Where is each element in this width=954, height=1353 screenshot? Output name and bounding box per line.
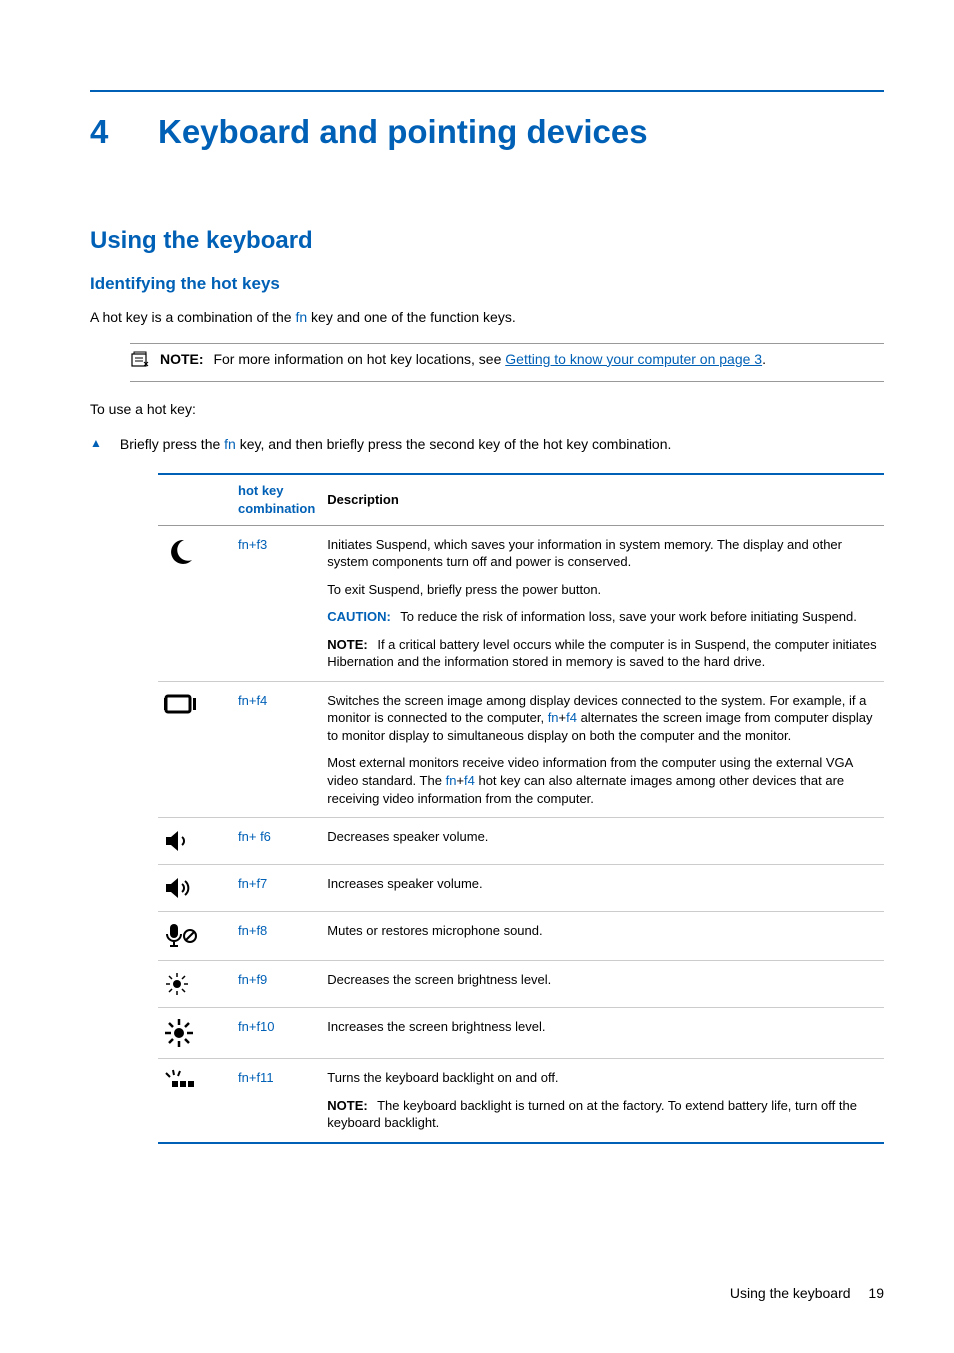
hotkey-description: Initiates Suspend, which saves your info…	[321, 525, 884, 681]
table-header-row: hot key combination Description	[158, 474, 884, 525]
header-combo: hot key combination	[232, 474, 321, 525]
hotkey-description: Turns the keyboard backlight on and off.…	[321, 1059, 884, 1143]
intro-paragraph: A hot key is a combination of the fn key…	[90, 308, 884, 327]
hotkey-description: Decreases speaker volume.	[321, 818, 884, 865]
fn-key-text: fn	[224, 436, 236, 452]
note-callout: NOTE: For more information on hot key lo…	[130, 343, 884, 382]
bright-up-icon	[158, 1008, 232, 1059]
table-row: fn+f3Initiates Suspend, which saves your…	[158, 525, 884, 681]
top-rule	[90, 90, 884, 92]
chapter-title: Keyboard and pointing devices	[158, 113, 648, 150]
hotkey-combo: fn+f11	[232, 1059, 321, 1143]
triangle-bullet-icon: ▲	[90, 435, 102, 452]
section-heading: Using the keyboard	[90, 225, 884, 257]
bullet-step: ▲ Briefly press the fn key, and then bri…	[90, 435, 884, 454]
hotkey-combo: fn+ f6	[232, 818, 321, 865]
hotkey-description: Increases speaker volume.	[321, 865, 884, 912]
moon-icon	[158, 525, 232, 681]
to-use-paragraph: To use a hot key:	[90, 400, 884, 419]
chapter-number: 4	[90, 110, 158, 155]
hotkey-description: Switches the screen image among display …	[321, 681, 884, 817]
hotkey-combo: fn+f9	[232, 961, 321, 1008]
hotkey-combo: fn+f7	[232, 865, 321, 912]
subsection-heading: Identifying the hot keys	[90, 273, 884, 296]
vol-up-icon	[158, 865, 232, 912]
vol-down-icon	[158, 818, 232, 865]
table-row: fn+ f6Decreases speaker volume.	[158, 818, 884, 865]
table-row: fn+f7Increases speaker volume.	[158, 865, 884, 912]
chapter-heading: 4Keyboard and pointing devices	[90, 110, 884, 155]
backlight-icon	[158, 1059, 232, 1143]
table-row: fn+f8Mutes or restores microphone sound.	[158, 912, 884, 961]
hotkey-table: hot key combination Description fn+f3Ini…	[158, 473, 884, 1143]
note-icon	[130, 350, 152, 375]
hotkey-combo: fn+f10	[232, 1008, 321, 1059]
note-label: NOTE:	[160, 351, 204, 367]
footer-text: Using the keyboard	[730, 1285, 851, 1301]
fn-key-text: fn	[295, 309, 307, 325]
page-number: 19	[868, 1285, 884, 1301]
xref-link[interactable]: Getting to know your computer on page 3	[505, 351, 762, 367]
mic-mute-icon	[158, 912, 232, 961]
hotkey-description: Increases the screen brightness level.	[321, 1008, 884, 1059]
hotkey-combo: fn+f3	[232, 525, 321, 681]
table-row: fn+f4Switches the screen image among dis…	[158, 681, 884, 817]
table-row: fn+f10Increases the screen brightness le…	[158, 1008, 884, 1059]
table-row: fn+f9Decreases the screen brightness lev…	[158, 961, 884, 1008]
page-footer: Using the keyboard 19	[90, 1284, 884, 1303]
hotkey-combo: fn+f8	[232, 912, 321, 961]
table-row: fn+f11Turns the keyboard backlight on an…	[158, 1059, 884, 1143]
header-desc: Description	[321, 474, 884, 525]
hotkey-description: Mutes or restores microphone sound.	[321, 912, 884, 961]
bright-down-icon	[158, 961, 232, 1008]
display-icon	[158, 681, 232, 817]
hotkey-description: Decreases the screen brightness level.	[321, 961, 884, 1008]
hotkey-combo: fn+f4	[232, 681, 321, 817]
